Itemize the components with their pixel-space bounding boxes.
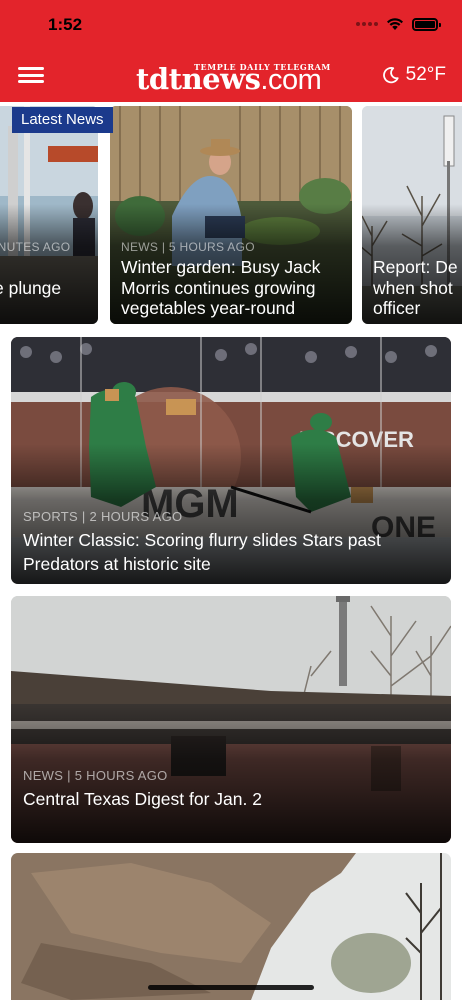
carousel-card[interactable]: Report: De when shot officer: [362, 106, 462, 324]
carousel-card-title: Winter garden: Busy Jack Morris continue…: [121, 257, 321, 318]
home-indicator[interactable]: [148, 985, 314, 990]
weather-widget[interactable]: 52°F: [382, 64, 446, 86]
carousel-card[interactable]: INUTES AGO e plunge: [0, 106, 98, 324]
menu-icon[interactable]: [18, 64, 44, 86]
moon-icon: [382, 67, 399, 84]
story-image: [11, 853, 451, 1000]
cellular-icon: [356, 22, 378, 26]
logo-wordmark: tdtnews.com: [136, 62, 322, 97]
story-meta: NEWS | 5 HOURS AGO: [23, 768, 168, 783]
story-card[interactable]: NEWS | 5 HOURS AGO Central Texas Digest …: [11, 596, 451, 843]
story-title: Winter Classic: Scoring flurry slides St…: [23, 530, 381, 574]
temperature: 52°F: [405, 64, 446, 85]
latest-news-badge: Latest News: [12, 107, 113, 133]
wifi-icon: [387, 18, 403, 30]
app-header: TEMPLE DAILY TELEGRAM tdtnews.com 52°F: [0, 50, 462, 102]
site-logo[interactable]: TEMPLE DAILY TELEGRAM tdtnews.com: [136, 54, 336, 98]
status-time: 1:52: [48, 15, 83, 34]
status-icons: [356, 17, 441, 31]
carousel-card-title: Report: De when shot officer: [373, 257, 458, 318]
story-meta: SPORTS | 2 HOURS AGO: [23, 509, 183, 524]
carousel-card-meta: NEWS | 5 HOURS AGO: [121, 240, 255, 254]
logo-com: com: [267, 64, 322, 96]
logo-dot: .: [260, 64, 268, 96]
status-bar: 1:52: [0, 0, 462, 50]
battery-icon: [412, 17, 441, 31]
logo-main-text: tdtnews: [136, 62, 261, 96]
story-card[interactable]: DISCOVER MGM ONE SPORTS | 2 HOURS AGO Wi…: [11, 337, 451, 584]
carousel-card[interactable]: NEWS | 5 HOURS AGO Winter garden: Busy J…: [110, 106, 352, 324]
carousel-card-title: e plunge: [0, 278, 62, 298]
story-card[interactable]: [11, 853, 451, 1000]
carousel-card-shade: [0, 204, 98, 324]
latest-news-carousel[interactable]: INUTES AGO e plunge NEWS | 5 HOURS AGO W…: [0, 106, 462, 326]
carousel-card-meta: INUTES AGO: [0, 240, 71, 254]
story-title: Central Texas Digest for Jan. 2: [23, 789, 262, 809]
